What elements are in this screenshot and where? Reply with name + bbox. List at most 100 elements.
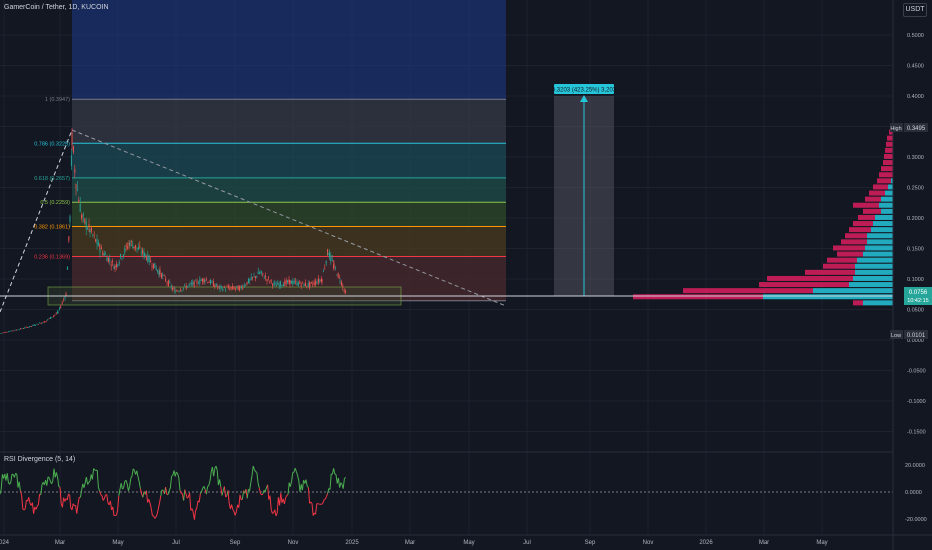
rsi-title: RSI Divergence (5, 14) <box>4 456 76 463</box>
candle-body <box>28 326 30 328</box>
candle-body <box>132 245 134 249</box>
rsi-segment <box>161 489 164 491</box>
volume-bar-down <box>683 288 813 294</box>
candle-body <box>155 267 157 271</box>
high-value: 0.3495 <box>907 126 926 132</box>
candle-body <box>21 328 23 329</box>
candle-body <box>95 239 97 242</box>
volume-bar-up <box>853 275 893 281</box>
volume-bar-down <box>633 294 763 300</box>
candle-body <box>313 282 315 285</box>
candle-body <box>22 328 24 330</box>
candle-body <box>154 262 156 269</box>
rsi-segment <box>275 512 278 517</box>
candle-body <box>336 275 338 276</box>
candle-body <box>118 261 120 264</box>
rsi-segment <box>16 474 19 488</box>
rsi-segment <box>315 503 318 515</box>
candle-body <box>107 257 109 263</box>
price-axis: 0.50000.45000.40000.35000.30000.25000.20… <box>907 33 926 436</box>
candle-body <box>243 284 245 287</box>
rsi-segment <box>97 487 101 492</box>
rsi-segment <box>35 506 38 510</box>
candle-body <box>309 282 311 286</box>
price-tick: 0.4500 <box>907 64 924 70</box>
candle-body <box>292 280 294 285</box>
candle-body <box>321 279 323 282</box>
candle-body <box>127 246 129 249</box>
candle-body <box>274 282 276 284</box>
candle-body <box>89 229 91 233</box>
candle-body <box>288 279 290 283</box>
rsi-segment <box>96 469 99 488</box>
fib-label: 0.5 (0.2259) <box>40 200 70 206</box>
candle-body <box>76 189 78 191</box>
volume-bar-up <box>881 208 893 214</box>
rsi-segment <box>9 482 12 485</box>
candle-body <box>284 280 286 286</box>
rsi-segment <box>100 494 103 497</box>
candle-body <box>190 283 192 285</box>
candle-body <box>303 283 305 287</box>
candle-body <box>177 290 179 292</box>
candle-body <box>204 280 206 282</box>
rsi-segment <box>157 502 161 509</box>
volume-bar-up <box>867 233 893 239</box>
candle-body <box>215 283 217 287</box>
rsi-segment <box>339 482 342 488</box>
candle-body <box>195 280 197 281</box>
candle-body <box>51 317 53 318</box>
rsi-segment <box>267 484 270 500</box>
volume-bar-down <box>759 282 849 288</box>
candle-body <box>157 270 159 272</box>
candle-body <box>133 246 135 248</box>
candle-body <box>339 280 341 282</box>
candle-body <box>70 155 72 166</box>
high-label: High <box>890 126 901 132</box>
price-tick: 0.5000 <box>907 33 924 39</box>
volume-bar-down <box>873 184 888 190</box>
candle-body <box>72 146 74 153</box>
rsi-segment <box>297 475 300 482</box>
candle-body <box>245 285 247 286</box>
candle-body <box>78 199 80 203</box>
candle-body <box>266 279 268 282</box>
candle-body <box>5 332 7 333</box>
candle-body <box>299 281 301 284</box>
candle-body <box>165 278 167 281</box>
candle-body <box>6 332 8 333</box>
candle-body <box>239 285 241 287</box>
rsi-segment <box>184 489 187 495</box>
candle-body <box>173 288 175 289</box>
rsi-segment <box>142 491 145 498</box>
candle-body <box>117 264 119 267</box>
volume-bar-down <box>853 202 879 208</box>
candle-body <box>102 252 104 255</box>
candle-body <box>3 332 5 333</box>
candle-body <box>15 329 17 331</box>
time-tick: 2026 <box>699 540 713 546</box>
rsi-segment <box>209 471 212 482</box>
rsi-segment <box>183 489 186 501</box>
candle-body <box>112 261 114 262</box>
rsi-segment <box>47 476 50 479</box>
candle-body <box>50 316 52 319</box>
rsi-segment <box>51 480 54 484</box>
high-marker: High 0.3495 <box>890 123 928 132</box>
volume-bar-down <box>887 135 893 141</box>
time-tick: Mar <box>55 540 65 546</box>
rsi-segment <box>289 480 293 487</box>
rsi-segment <box>76 504 79 514</box>
candle-body <box>217 286 219 288</box>
currency-button[interactable]: USDT <box>903 3 927 17</box>
candle-body <box>75 184 77 189</box>
fib-zone <box>72 99 506 144</box>
rsi-segment <box>241 490 245 500</box>
candle-body <box>175 290 177 292</box>
rsi-segment <box>123 481 126 488</box>
candle-body <box>12 330 14 332</box>
rsi-segment <box>325 493 329 497</box>
volume-bar-up <box>857 257 893 263</box>
candle-body <box>312 283 314 286</box>
time-tick: Nov <box>643 540 654 546</box>
